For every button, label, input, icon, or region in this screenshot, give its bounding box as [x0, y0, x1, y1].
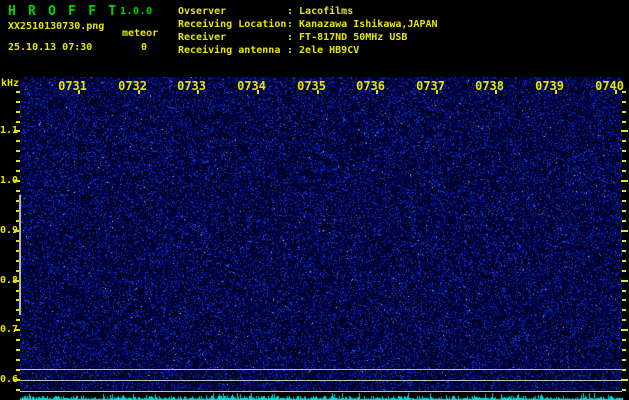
info-value: Lacofilms [299, 6, 354, 17]
y-axis-minor-tick [16, 121, 20, 123]
y-axis-minor-tick-right [622, 389, 626, 391]
y-axis-minor-tick-right [622, 290, 626, 292]
info-value: Kanazawa Ishikawa,JAPAN [299, 19, 438, 30]
info-label: Receiving antenna [178, 45, 281, 56]
y-axis-major-tick [14, 130, 20, 132]
frequency-marker-line [19, 195, 21, 315]
y-axis-minor-tick [16, 111, 20, 113]
observation-datetime: 25.10.13 07:30 [8, 42, 93, 53]
x-axis-tick [436, 90, 438, 94]
y-axis-minor-tick [16, 170, 20, 172]
y-axis-minor-tick-right [622, 309, 626, 311]
y-axis-minor-tick-right [622, 150, 626, 152]
y-axis-minor-tick-right [622, 319, 626, 321]
reference-line [20, 369, 622, 370]
y-axis-minor-tick [16, 160, 20, 162]
x-axis-tick [495, 90, 497, 94]
y-axis-minor-tick-right [622, 190, 626, 192]
y-axis-minor-tick-right [622, 220, 626, 222]
x-axis-label: 0736 [356, 79, 385, 93]
x-axis-label: 0732 [118, 79, 147, 93]
y-axis-minor-tick-right [622, 339, 626, 341]
x-axis-tick [78, 90, 80, 94]
app-title: H R O F F T [8, 4, 119, 19]
y-axis-major-tick-right [621, 180, 628, 182]
y-axis-minor-tick-right [622, 170, 626, 172]
y-axis-major-tick-right [621, 379, 628, 381]
y-axis-minor-tick-right [622, 210, 626, 212]
x-axis-label: 0740 [595, 79, 624, 93]
y-axis-minor-tick-right [622, 240, 626, 242]
noise-level-meter [20, 392, 623, 400]
y-axis-minor-tick-right [622, 260, 626, 262]
x-axis-tick [257, 90, 259, 94]
x-axis-tick [197, 90, 199, 94]
info-label: Receiving Location [178, 19, 287, 30]
y-axis-minor-tick [16, 359, 20, 361]
reference-line [20, 380, 622, 381]
y-axis-minor-tick-right [622, 101, 626, 103]
info-row-observer: Ovserver: Lacofilms [178, 5, 438, 18]
y-axis-minor-tick [16, 140, 20, 142]
y-axis-minor-tick-right [622, 200, 626, 202]
x-axis-tick [317, 90, 319, 94]
y-axis-minor-tick [16, 91, 20, 93]
x-axis-label: 0733 [177, 79, 206, 93]
y-axis-unit-label: kHz [1, 78, 20, 89]
y-axis-minor-tick-right [622, 160, 626, 162]
reference-line [20, 391, 622, 392]
meteor-count-value: 0 [141, 42, 148, 53]
info-row-receiver: Receiver: FT-817ND 50MHz USB [178, 31, 438, 44]
y-axis-minor-tick [16, 101, 20, 103]
info-label: Receiver [178, 32, 227, 43]
x-axis-tick [615, 90, 617, 94]
y-axis-minor-tick-right [622, 270, 626, 272]
y-axis-major-tick-right [621, 130, 628, 132]
y-axis-minor-tick-right [622, 359, 626, 361]
x-axis-label: 0737 [416, 79, 445, 93]
y-axis-major-tick [14, 329, 20, 331]
mode-label: meteor [122, 28, 159, 39]
y-axis-minor-tick-right [622, 349, 626, 351]
app-version: 1.0.0 [120, 6, 153, 17]
y-axis-major-tick-right [621, 329, 628, 331]
info-row-location: Receiving Location: Kanazawa Ishikawa,JAP… [178, 18, 438, 31]
y-axis-major-tick-right [621, 230, 628, 232]
x-axis-label: 0731 [58, 79, 87, 93]
x-axis-tick [555, 90, 557, 94]
y-axis-minor-tick-right [622, 299, 626, 301]
y-axis-minor-tick-right [622, 369, 626, 371]
info-value: FT-817ND 50MHz USB [299, 32, 408, 43]
y-axis-minor-tick-right [622, 111, 626, 113]
y-axis-minor-tick [16, 339, 20, 341]
info-value: 2ele HB9CV [299, 45, 360, 56]
info-row-antenna: Receiving antenna:2ele HB9CV [178, 44, 438, 57]
y-axis-minor-tick [16, 349, 20, 351]
x-axis-label: 0738 [475, 79, 504, 93]
y-axis-minor-tick [16, 319, 20, 321]
y-axis-minor-tick-right [622, 250, 626, 252]
y-axis-minor-tick-right [622, 140, 626, 142]
x-axis-tick [138, 90, 140, 94]
y-axis-major-tick [14, 180, 20, 182]
x-axis-label: 0739 [535, 79, 564, 93]
station-info-block: Ovserver: Lacofilms Receiving Location: Ka… [178, 5, 438, 57]
x-axis-label: 0735 [297, 79, 326, 93]
y-axis-minor-tick [16, 190, 20, 192]
y-axis-minor-tick-right [622, 121, 626, 123]
output-filename: XX2510130730.png [8, 21, 105, 32]
y-axis-major-tick-right [621, 280, 628, 282]
x-axis-label: 0734 [237, 79, 266, 93]
y-axis-minor-tick [16, 150, 20, 152]
info-label: Ovserver [178, 6, 227, 17]
spectrogram-canvas [20, 77, 622, 392]
x-axis-tick [376, 90, 378, 94]
